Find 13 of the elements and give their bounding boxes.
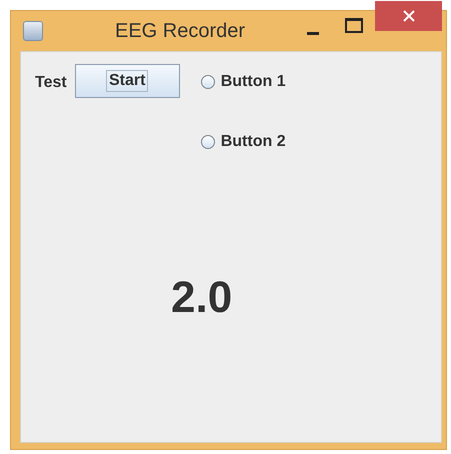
close-icon bbox=[402, 10, 414, 22]
maximize-icon[interactable] bbox=[345, 18, 363, 32]
radio-label: Button 1 bbox=[220, 73, 286, 91]
window-title: EEG Recorder bbox=[115, 20, 246, 42]
close-button[interactable] bbox=[375, 1, 442, 31]
start-button[interactable]: Start bbox=[74, 64, 180, 98]
radio-label: Button 2 bbox=[220, 133, 286, 151]
minimize-icon[interactable] bbox=[307, 32, 319, 34]
app-icon bbox=[23, 21, 43, 41]
reading-value: 2.0 bbox=[171, 273, 232, 323]
test-label: Test bbox=[35, 74, 67, 93]
radio-button[interactable] bbox=[200, 75, 215, 89]
radio-button[interactable] bbox=[200, 135, 215, 149]
